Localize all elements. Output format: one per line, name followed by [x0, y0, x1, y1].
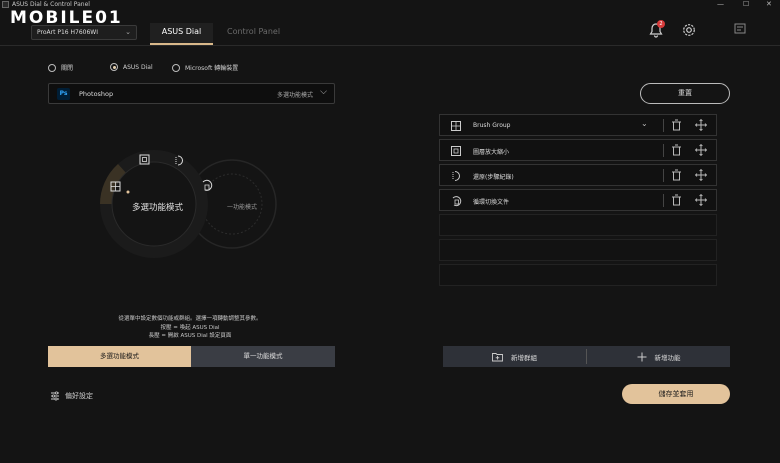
chevron-down-icon: ⌵ — [320, 87, 327, 97]
empty-slot — [439, 214, 717, 236]
chevron-down-icon[interactable]: ⌄ — [641, 119, 648, 128]
dial-side-label: 一功能模式 — [227, 204, 258, 211]
move-icon[interactable] — [695, 169, 707, 181]
radio-label: ASUS Dial — [123, 63, 153, 71]
chevron-down-icon: ⌄ — [125, 28, 131, 36]
minimize-button[interactable]: — — [717, 0, 724, 8]
tab-asus-dial[interactable]: ASUS Dial — [150, 27, 213, 45]
plus-icon — [637, 352, 646, 361]
row-divider — [663, 194, 664, 207]
add-function-button[interactable]: 新增功能 — [587, 346, 730, 367]
add-group-label: 新增群組 — [511, 353, 537, 362]
app-mode-label: 多選功能模式 — [277, 92, 314, 99]
function-label: 圖層放大縮小 — [473, 149, 510, 156]
radio-off[interactable]: 關閉 — [48, 63, 73, 72]
device-label: ProArt P16 H7606WI — [37, 29, 98, 36]
notification-badge: 2 — [657, 20, 665, 28]
radio-label: Microsoft 轉輪裝置 — [185, 65, 239, 72]
function-row[interactable]: 還原(步驟紀錄) — [439, 164, 717, 186]
trash-icon[interactable] — [671, 169, 682, 181]
function-label: 循環切換文件 — [473, 199, 510, 206]
trash-icon[interactable] — [671, 194, 682, 206]
device-select[interactable]: ProArt P16 H7606WI ⌄ — [31, 25, 137, 40]
single-function-mode-button[interactable]: 單一功能模式 — [191, 346, 335, 367]
radio-microsoft-wheel[interactable]: Microsoft 轉輪裝置 — [172, 63, 238, 72]
trash-icon[interactable] — [671, 119, 682, 131]
app-select[interactable]: Ps Photoshop 多選功能模式 ⌵ — [48, 83, 335, 104]
grid-icon — [451, 121, 461, 131]
reset-button[interactable]: 重置 — [640, 83, 730, 104]
undo-steps-icon — [452, 171, 460, 181]
add-button-bar: 新增群組 新增功能 — [443, 346, 730, 367]
save-apply-button[interactable]: 儲存並套用 — [622, 384, 730, 404]
function-label: 還原(步驟紀錄) — [473, 174, 514, 181]
trash-icon[interactable] — [671, 144, 682, 156]
row-divider — [663, 169, 664, 182]
hint-text: 從選單中設定數個功能或群組。選擇一項轉動調整其參數。 — [118, 316, 262, 322]
close-button[interactable]: ✕ — [766, 0, 772, 8]
row-divider — [663, 119, 664, 132]
app-icon — [2, 1, 9, 8]
add-function-label: 新增功能 — [654, 353, 681, 362]
feedback-icon[interactable] — [733, 22, 751, 40]
dial-center-label: 多選功能模式 — [132, 203, 184, 213]
sliders-icon — [51, 391, 59, 401]
radio-label: 關閉 — [61, 65, 74, 72]
preferences-label: 偏好設定 — [65, 392, 93, 400]
multi-function-mode-button[interactable]: 多選功能模式 — [48, 346, 191, 367]
hint-long-press: 長壓 = 開啟 ASUS Dial 設定頁面 — [148, 333, 232, 339]
radio-dot — [48, 63, 56, 72]
folder-add-icon — [492, 352, 503, 361]
function-label: Brush Group — [473, 122, 511, 129]
hint-press: 按壓 = 喚起 ASUS Dial — [160, 325, 220, 331]
tab-control-panel[interactable]: Control Panel — [227, 27, 280, 36]
row-divider — [663, 144, 664, 157]
move-icon[interactable] — [695, 119, 707, 131]
radio-dot-selected — [110, 63, 118, 71]
radio-asus-dial[interactable]: ASUS Dial — [110, 63, 153, 71]
cycle-docs-icon — [452, 196, 462, 207]
move-icon[interactable] — [695, 194, 707, 206]
maximize-button[interactable]: ☐ — [743, 0, 749, 8]
photoshop-icon: Ps — [57, 88, 70, 100]
dial-visualization — [100, 150, 277, 258]
add-group-button[interactable]: 新增群組 — [443, 346, 586, 367]
dial-pointer — [126, 190, 130, 194]
empty-slot — [439, 239, 717, 261]
radio-dot — [172, 63, 180, 72]
preferences-button[interactable]: 偏好設定 — [50, 391, 93, 401]
zoom-frame-icon — [451, 146, 461, 156]
move-icon[interactable] — [695, 144, 707, 156]
header-divider — [0, 45, 780, 46]
empty-slot — [439, 264, 717, 286]
function-row[interactable]: 循環切換文件 — [439, 189, 717, 211]
window-title: ASUS Dial & Control Panel — [12, 1, 90, 8]
app-name: Photoshop — [79, 90, 114, 98]
function-row[interactable]: Brush Group ⌄ — [439, 114, 717, 136]
function-row[interactable]: 圖層放大縮小 — [439, 139, 717, 161]
gear-icon[interactable] — [681, 22, 699, 40]
